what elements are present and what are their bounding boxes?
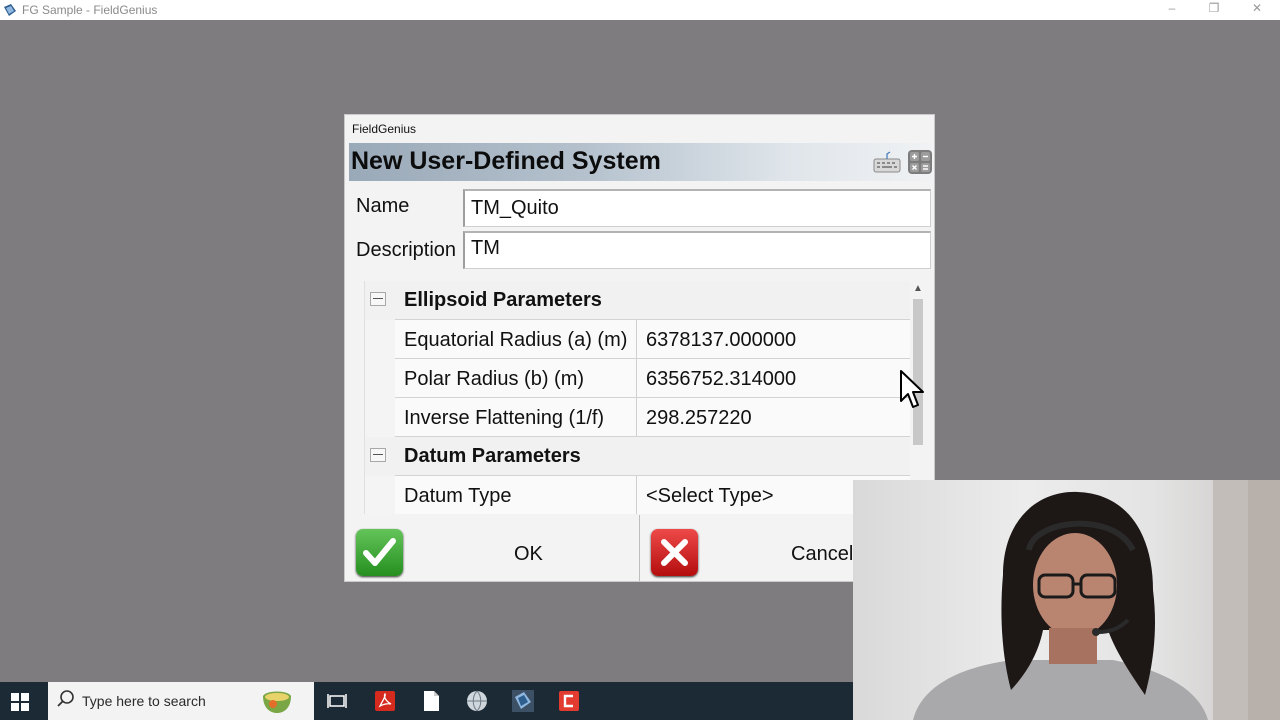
- minimize-button[interactable]: –: [1152, 1, 1192, 15]
- divider: [636, 359, 637, 397]
- red-app-icon[interactable]: [558, 690, 580, 712]
- description-label: Description: [356, 239, 457, 261]
- param-label: Inverse Flattening (1/f): [404, 407, 605, 429]
- collapse-toggle-icon[interactable]: [370, 448, 386, 462]
- fieldgenius-app-icon: [4, 4, 16, 16]
- description-input[interactable]: TM: [463, 231, 931, 269]
- section-header-datum[interactable]: Datum Parameters: [365, 437, 910, 476]
- mouse-pointer-icon: [900, 370, 924, 408]
- windows-start-icon[interactable]: [10, 692, 30, 712]
- dialog-button-bar: OK Cancel: [349, 515, 932, 581]
- close-window-button[interactable]: ✕: [1237, 1, 1277, 15]
- param-value[interactable]: 298.257220: [646, 407, 752, 430]
- divider: [636, 476, 637, 514]
- param-label: Equatorial Radius (a) (m): [404, 329, 628, 351]
- param-row-inverse-flattening[interactable]: Inverse Flattening (1/f) 298.257220: [395, 398, 910, 437]
- cancel-label: Cancel: [791, 543, 854, 565]
- section-title: Datum Parameters: [404, 445, 581, 467]
- calculator-icon[interactable]: [907, 149, 933, 175]
- dialog-caption: FieldGenius: [352, 122, 417, 136]
- dialog-header: New User-Defined System: [349, 143, 932, 181]
- keyboard-icon[interactable]: [873, 151, 901, 173]
- document-app-icon[interactable]: [420, 690, 442, 712]
- ok-label: OK: [514, 543, 543, 565]
- divider: [636, 398, 637, 436]
- param-label: Datum Type: [404, 485, 512, 507]
- name-input[interactable]: TM_Quito: [463, 189, 931, 227]
- section-title: Ellipsoid Parameters: [404, 289, 602, 311]
- checkmark-icon: [356, 529, 403, 576]
- name-label: Name: [356, 195, 410, 217]
- window-titlebar: FG Sample - FieldGenius – ❐ ✕: [0, 0, 1280, 20]
- webcam-overlay: [853, 480, 1280, 720]
- fieldgenius-taskbar-icon[interactable]: [512, 690, 534, 712]
- task-view-icon[interactable]: [326, 690, 348, 712]
- presenter-video-image: [913, 480, 1280, 720]
- param-row-polar-radius[interactable]: Polar Radius (b) (m) 6356752.314000: [395, 359, 910, 398]
- taskbar-search-box[interactable]: Type here to search: [48, 682, 314, 720]
- collapse-toggle-icon[interactable]: [370, 292, 386, 306]
- dialog-title: New User-Defined System: [351, 147, 661, 175]
- restore-button[interactable]: ❐: [1194, 1, 1234, 15]
- ok-button[interactable]: OK: [349, 515, 640, 581]
- parameters-grid: Ellipsoid Parameters Equatorial Radius (…: [364, 281, 910, 514]
- windows-taskbar: Type here to search: [0, 682, 853, 720]
- param-row-datum-type[interactable]: Datum Type <Select Type>: [395, 476, 910, 514]
- window-title: FG Sample - FieldGenius: [22, 3, 158, 17]
- new-user-defined-system-dialog: FieldGenius New User-Defined System Name…: [344, 114, 935, 582]
- search-placeholder: Type here to search: [82, 693, 206, 709]
- datum-type-select[interactable]: <Select Type>: [646, 485, 774, 508]
- cancel-x-icon: [651, 529, 698, 576]
- scroll-up-icon[interactable]: ▲: [913, 283, 923, 294]
- param-value[interactable]: 6378137.000000: [646, 329, 796, 352]
- param-value[interactable]: 6356752.314000: [646, 368, 796, 391]
- globe-app-icon[interactable]: [466, 690, 488, 712]
- search-highlight-icon: [263, 691, 291, 713]
- pdf-app-icon[interactable]: [374, 690, 396, 712]
- section-header-ellipsoid[interactable]: Ellipsoid Parameters: [365, 281, 910, 320]
- search-icon: [57, 690, 74, 707]
- divider: [636, 320, 637, 358]
- param-label: Polar Radius (b) (m): [404, 368, 585, 390]
- param-row-equatorial-radius[interactable]: Equatorial Radius (a) (m) 6378137.000000: [395, 320, 910, 359]
